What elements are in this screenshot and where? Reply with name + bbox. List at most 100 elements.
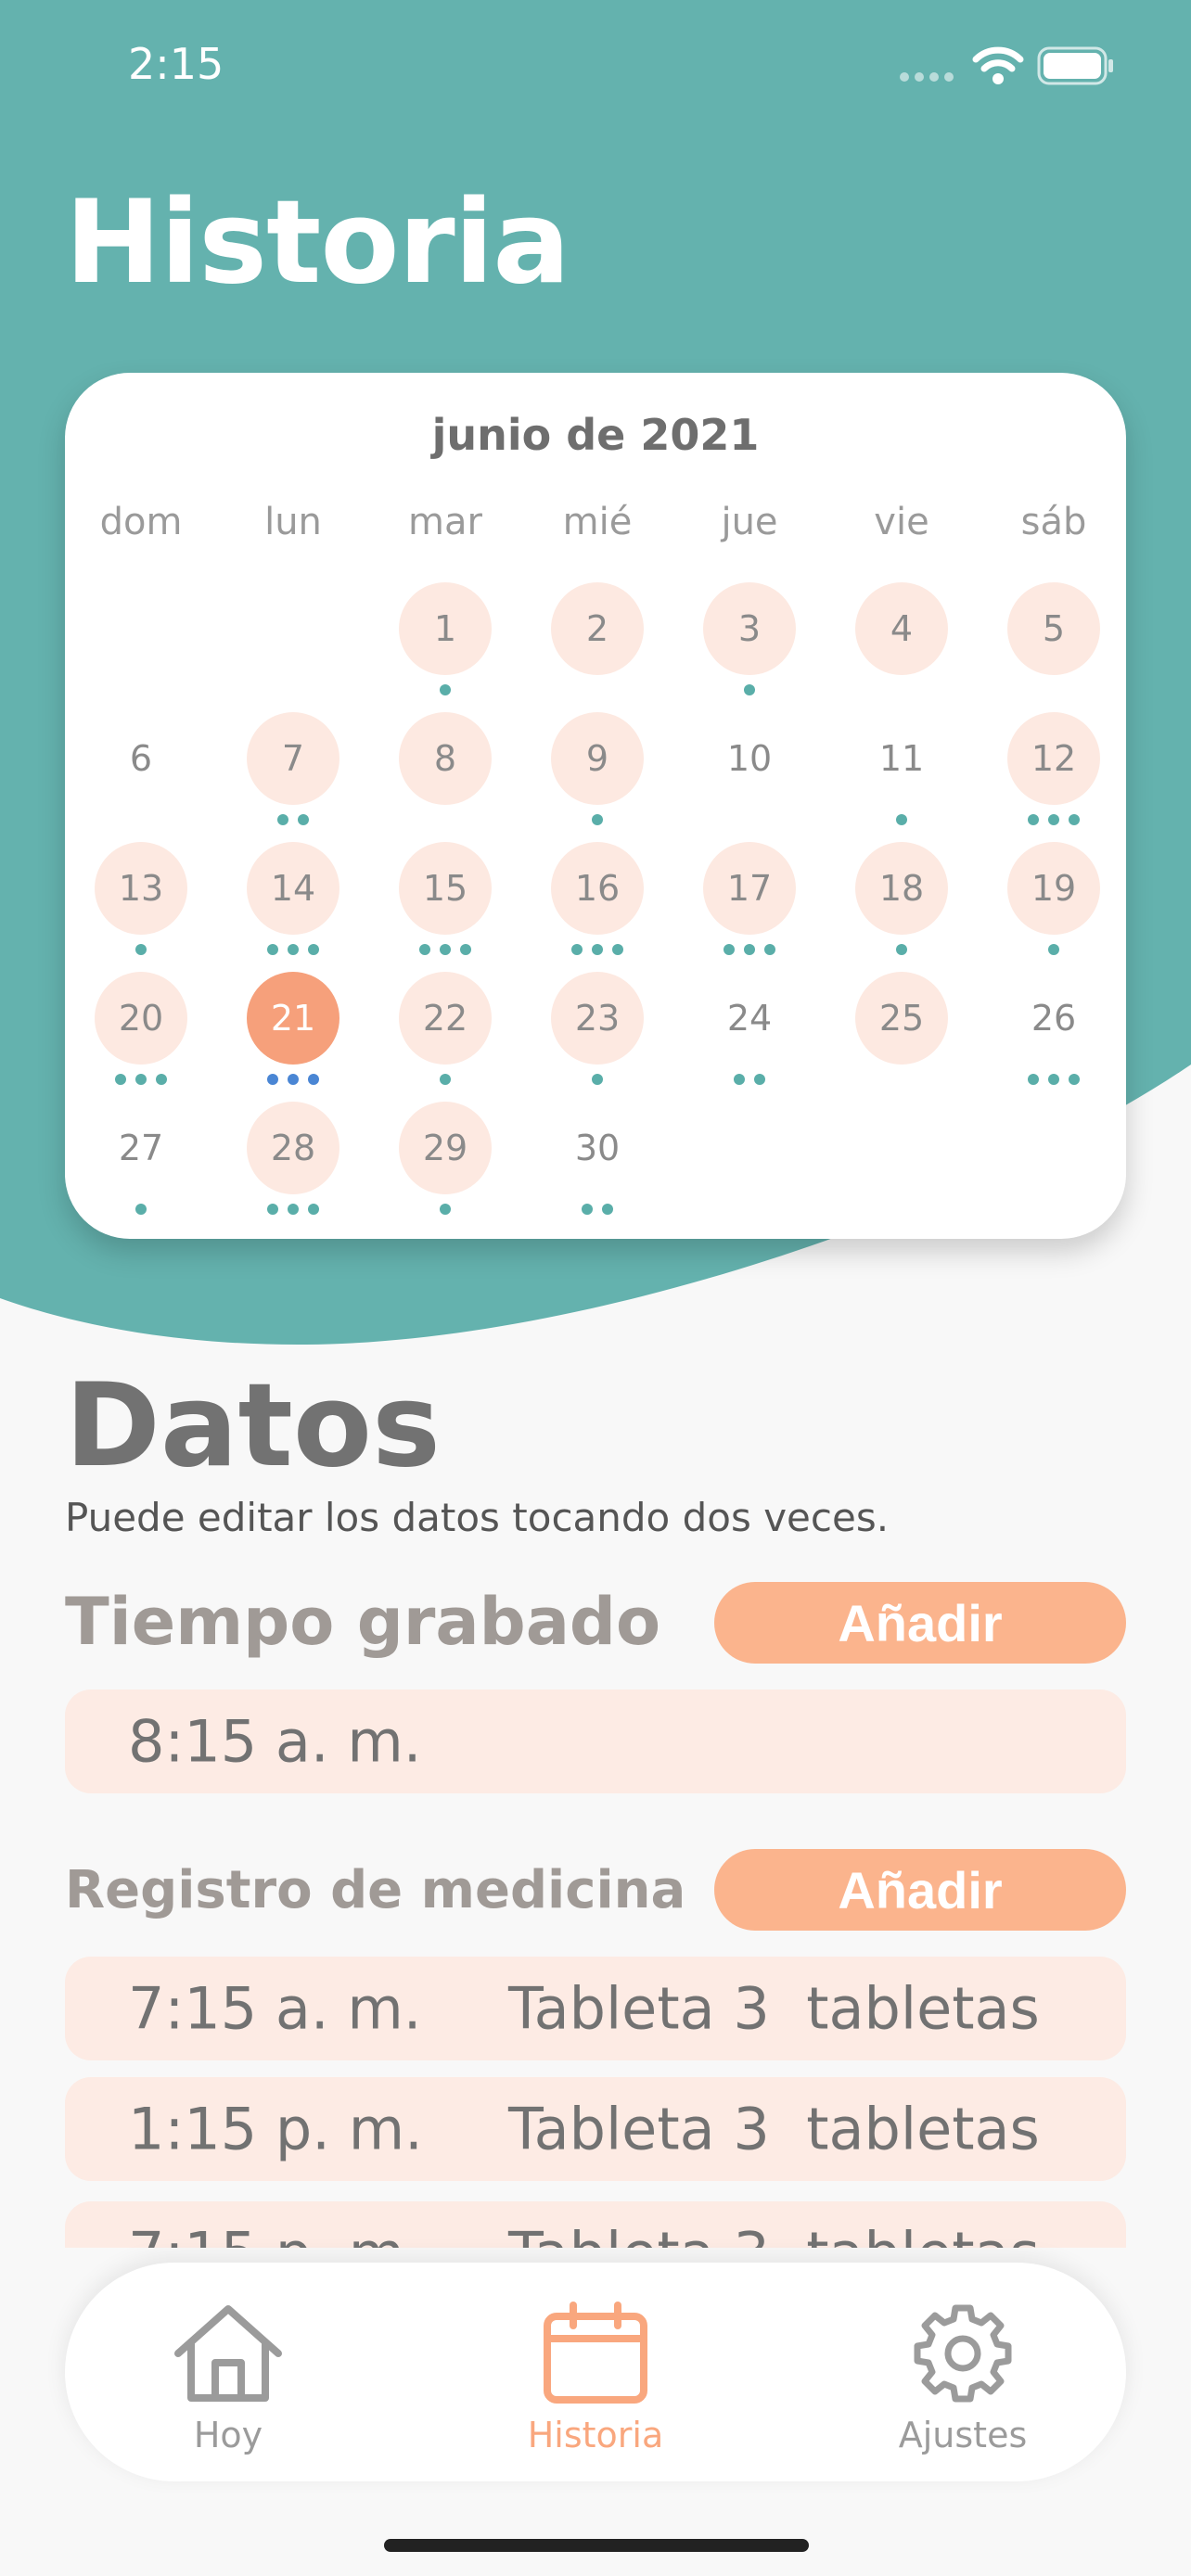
calendar-day[interactable]: 15 [399,842,492,935]
entry-dot [571,944,583,955]
entry-dot [1048,1074,1059,1085]
entry-indicator-dots [551,1204,644,1217]
entry-dot [440,684,451,695]
calendar-day[interactable]: 11 [855,712,948,805]
entry-dot [308,1204,319,1215]
entry-dot [612,944,623,955]
calendar-day[interactable]: 22 [399,972,492,1065]
entry-indicator-dots [399,1074,492,1087]
entry-indicator-dots [95,1204,187,1217]
house-icon [174,2305,282,2402]
entry-dot [1069,1074,1080,1085]
calendar-day[interactable]: 12 [1007,712,1100,805]
medicine-time: 7:15 p. m. [128,2220,423,2249]
entry-indicator-dots [247,1074,339,1087]
recorded-time-row[interactable]: 8:15 a. m. [65,1690,1126,1793]
entry-dot [267,944,278,955]
entry-indicator-dots [1007,944,1100,957]
tab-historia[interactable]: Historia [456,2263,735,2481]
entry-indicator-dots [855,944,948,957]
entry-dot [1048,814,1059,825]
medicine-row[interactable]: 7:15 a. m. Tableta 3 tabletas [65,1957,1126,2060]
entry-indicator-dots [551,1074,644,1087]
entry-dot [288,1204,299,1215]
tab-ajustes[interactable]: Ajustes [824,2263,1102,2481]
entry-dot [135,1204,147,1215]
recorded-time-value: 8:15 a. m. [128,1707,422,1776]
calendar-day[interactable]: 16 [551,842,644,935]
calendar-day[interactable]: 25 [855,972,948,1065]
weekday-label: sáb [1020,501,1087,543]
calendar-day[interactable]: 14 [247,842,339,935]
calendar-day[interactable]: 19 [1007,842,1100,935]
entry-dot [298,814,309,825]
calendar-day[interactable]: 17 [703,842,796,935]
weekday-label: dom [99,501,183,543]
entry-indicator-dots [703,1074,796,1087]
entry-dot [602,1204,613,1215]
entry-dot [754,1074,765,1085]
medicine-row[interactable]: 7:15 p. m. Tableta 3 tabletas [65,2201,1126,2248]
calendar-day[interactable]: 29 [399,1102,492,1194]
calendar-day[interactable]: 30 [551,1102,644,1194]
entry-indicator-dots [551,944,644,957]
medicine-detail: Tableta 3 tabletas [508,1974,1040,2043]
calendar-icon [544,2302,647,2404]
tab-bar: Hoy Historia Ajustes [65,2263,1126,2481]
recorded-time-title: Tiempo grabado [65,1584,661,1660]
calendar-day[interactable]: 13 [95,842,187,935]
gear-icon [914,2304,1012,2403]
entry-dot [308,944,319,955]
calendar-month-label: junio de 2021 [431,410,760,460]
entry-dot [592,944,603,955]
calendar-day[interactable]: 2 [551,582,644,675]
tab-hoy[interactable]: Hoy [89,2263,367,2481]
calendar-day[interactable]: 24 [703,972,796,1065]
medicine-detail: Tableta 3 tabletas [508,2095,1040,2163]
datos-hint: Puede editar los datos tocando dos veces… [65,1495,890,1540]
medicine-detail: Tableta 3 tabletas [508,2220,1040,2249]
entry-indicator-dots [551,814,644,827]
calendar-day[interactable]: 6 [95,712,187,805]
entry-indicator-dots [247,944,339,957]
entry-dot [744,684,755,695]
entry-dot [135,1074,147,1085]
add-recorded-time-button[interactable]: Añadir [714,1582,1126,1664]
calendar-day[interactable]: 26 [1007,972,1100,1065]
entry-indicator-dots [247,814,339,827]
entry-dot [267,1074,278,1085]
calendar-day[interactable]: 20 [95,972,187,1065]
entry-dot [582,1204,593,1215]
calendar-day[interactable]: 10 [703,712,796,805]
entry-indicator-dots [703,684,796,697]
medicine-list[interactable]: 7:15 a. m. Tableta 3 tabletas 1:15 p. m.… [0,1951,1191,2248]
calendar-day[interactable]: 7 [247,712,339,805]
calendar-day[interactable]: 5 [1007,582,1100,675]
entry-indicator-dots [399,944,492,957]
calendar-day[interactable]: 9 [551,712,644,805]
calendar-day[interactable]: 27 [95,1102,187,1194]
weekday-label: mar [408,501,482,543]
entry-indicator-dots [95,1074,187,1087]
entry-dot [288,944,299,955]
add-medicine-button[interactable]: Añadir [714,1849,1126,1931]
entry-dot [896,944,907,955]
battery-icon [1037,46,1113,85]
home-indicator [384,2539,809,2552]
calendar-day[interactable]: 18 [855,842,948,935]
calendar-day[interactable]: 1 [399,582,492,675]
entry-dot [277,814,288,825]
entry-dot [734,1074,745,1085]
calendar-day[interactable]: 8 [399,712,492,805]
calendar-day[interactable]: 3 [703,582,796,675]
entry-indicator-dots [399,684,492,697]
tab-label: Hoy [193,2415,263,2455]
calendar-day[interactable]: 4 [855,582,948,675]
calendar-card: junio de 2021 dom lun mar mié jue vie sá… [65,373,1126,1239]
calendar-day-selected[interactable]: 21 [247,972,339,1065]
entry-dot [1048,944,1059,955]
medicine-row[interactable]: 1:15 p. m. Tableta 3 tabletas [65,2077,1126,2181]
calendar-day[interactable]: 23 [551,972,644,1065]
entry-indicator-dots [95,944,187,957]
calendar-day[interactable]: 28 [247,1102,339,1194]
